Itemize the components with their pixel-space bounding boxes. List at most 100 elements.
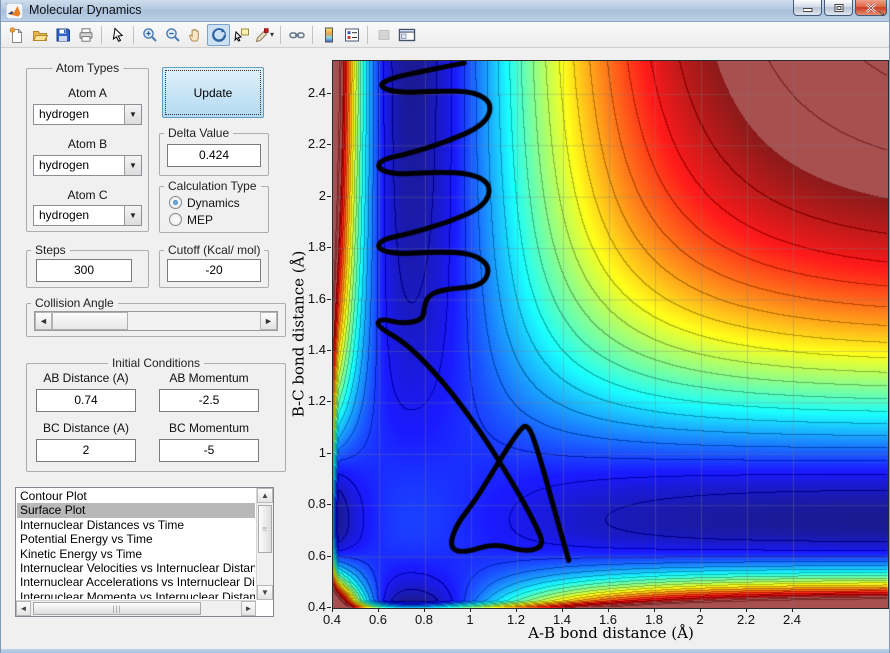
x-tick-label: 2.2 — [736, 612, 756, 627]
toolbar-separator — [133, 25, 134, 44]
maximize-button[interactable] — [824, 0, 853, 16]
horizontal-scroll-thumb[interactable]: ||| — [33, 602, 201, 615]
scroll-down-icon[interactable]: ▼ — [257, 585, 273, 600]
link-plot-button[interactable] — [285, 24, 308, 46]
pointer-button[interactable] — [106, 24, 129, 46]
slider-right-arrow-icon[interactable]: ► — [260, 312, 277, 330]
y-tick-label: 1.8 — [307, 239, 326, 255]
steps-field[interactable]: 300 — [36, 259, 132, 282]
update-button[interactable]: Update — [162, 67, 264, 118]
cutoff-field[interactable]: -20 — [167, 259, 261, 282]
delta-value-field[interactable]: 0.424 — [167, 144, 261, 167]
figure-toolbar: ▾ — [1, 22, 889, 48]
listbox-horizontal-scrollbar[interactable]: ◄ ||| ► — [16, 600, 256, 616]
y-tick-mark — [327, 401, 331, 403]
scroll-left-icon[interactable]: ◄ — [16, 601, 31, 616]
toolbar-separator — [101, 25, 102, 44]
atom-b-select[interactable]: hydrogen ▼ — [33, 155, 142, 176]
brush-dropdown-icon[interactable]: ▾ — [270, 30, 274, 39]
x-tick-label: 1.4 — [552, 612, 572, 627]
rotate-3d-button[interactable] — [207, 23, 230, 46]
list-item[interactable]: Contour Plot — [17, 489, 255, 503]
y-tick-label: 1 — [318, 444, 326, 460]
scroll-up-icon[interactable]: ▲ — [257, 488, 273, 503]
data-cursor-icon — [233, 28, 249, 42]
minimize-button[interactable] — [793, 0, 822, 16]
brush-icon — [255, 27, 269, 42]
zoom-out-button[interactable] — [161, 24, 184, 46]
list-item[interactable]: Surface Plot — [17, 503, 255, 518]
bc-distance-label: BC Distance (A) — [42, 421, 130, 435]
chevron-down-icon[interactable]: ▼ — [124, 156, 141, 175]
data-cursor-button[interactable] — [230, 24, 253, 46]
toolbar-separator — [280, 25, 281, 44]
list-item[interactable]: Internuclear Momenta vs Internuclear Dis… — [17, 590, 255, 599]
x-tick-label: 0.8 — [414, 612, 434, 627]
listbox-vertical-scrollbar[interactable]: ▲ ≡ ▼ — [256, 488, 273, 600]
toolbar-separator — [312, 25, 313, 44]
list-item[interactable]: Kinetic Energy vs Time — [17, 547, 255, 561]
x-tick-label: 0.4 — [322, 612, 342, 627]
y-tick-label: 1.6 — [307, 290, 326, 306]
y-tick-label: 1.4 — [307, 341, 326, 357]
atom-c-label: Atom C — [67, 188, 108, 202]
slider-thumb[interactable] — [52, 312, 128, 330]
scroll-right-icon[interactable]: ► — [241, 601, 256, 616]
mep-radio-label: MEP — [187, 213, 214, 227]
dynamics-radio[interactable] — [169, 196, 182, 209]
chevron-down-icon[interactable]: ▼ — [124, 105, 141, 124]
show-plot-tools-button[interactable] — [395, 24, 418, 46]
plot-type-listbox[interactable]: Contour Plot Surface Plot Internuclear Dis… — [15, 487, 274, 617]
plot-type-list: Contour Plot Surface Plot Internuclear Dis… — [17, 489, 255, 599]
pan-button[interactable] — [184, 24, 207, 46]
vertical-scroll-thumb[interactable]: ≡ — [258, 505, 272, 553]
x-tick-label: 2 — [696, 612, 704, 627]
collision-angle-slider[interactable]: ◄ ► — [34, 311, 278, 331]
list-item[interactable]: Potential Energy vs Time — [17, 532, 255, 546]
steps-title: Steps — [31, 243, 70, 257]
print-button[interactable] — [74, 24, 97, 46]
bc-distance-field[interactable]: 2 — [36, 439, 136, 462]
link-icon — [288, 31, 305, 38]
close-icon — [865, 2, 877, 13]
x-tick-label: 1.8 — [644, 612, 664, 627]
list-item[interactable]: Internuclear Velocities vs Internuclear … — [17, 561, 255, 575]
matlab-icon — [6, 3, 23, 19]
title-bar[interactable]: Molecular Dynamics — [1, 0, 889, 22]
slider-left-arrow-icon[interactable]: ◄ — [35, 312, 52, 330]
toolbar-overflow-icon[interactable]: ↘ — [877, 8, 885, 19]
y-tick-mark — [327, 504, 331, 506]
zoom-in-button[interactable] — [138, 24, 161, 46]
y-tick-label: 0.6 — [307, 547, 326, 563]
atom-c-select[interactable]: hydrogen ▼ — [33, 205, 142, 226]
ab-distance-field[interactable]: 0.74 — [36, 389, 136, 412]
y-tick-mark — [327, 144, 331, 146]
new-file-button[interactable] — [5, 24, 28, 46]
x-tick-mark — [424, 608, 425, 612]
y-tick-mark — [327, 298, 331, 300]
potential-energy-surface-plot[interactable] — [332, 60, 889, 609]
bc-momentum-field[interactable]: -5 — [159, 439, 259, 462]
mep-radio[interactable] — [169, 213, 182, 226]
x-tick-mark — [700, 608, 701, 612]
list-item[interactable]: Internuclear Distances vs Time — [17, 518, 255, 532]
delta-value-title: Delta Value — [164, 126, 234, 140]
ab-momentum-field[interactable]: -2.5 — [159, 389, 259, 412]
insert-colorbar-button[interactable] — [317, 24, 340, 46]
insert-legend-button[interactable] — [340, 24, 363, 46]
x-tick-mark — [516, 608, 517, 612]
open-file-button[interactable] — [28, 24, 51, 46]
x-tick-mark — [654, 608, 655, 612]
minimize-icon — [802, 3, 813, 12]
pan-hand-icon — [188, 28, 199, 41]
y-tick-mark — [327, 247, 331, 249]
save-button[interactable] — [51, 24, 74, 46]
y-tick-label: 1.2 — [307, 393, 326, 409]
x-tick-mark — [792, 608, 793, 612]
list-item[interactable]: Internuclear Accelerations vs Internucle… — [17, 575, 255, 589]
open-folder-icon — [32, 30, 48, 41]
atom-a-select[interactable]: hydrogen ▼ — [33, 104, 142, 125]
brush-button[interactable]: ▾ — [253, 24, 276, 46]
x-tick-label: 1.2 — [506, 612, 526, 627]
chevron-down-icon[interactable]: ▼ — [124, 206, 141, 225]
